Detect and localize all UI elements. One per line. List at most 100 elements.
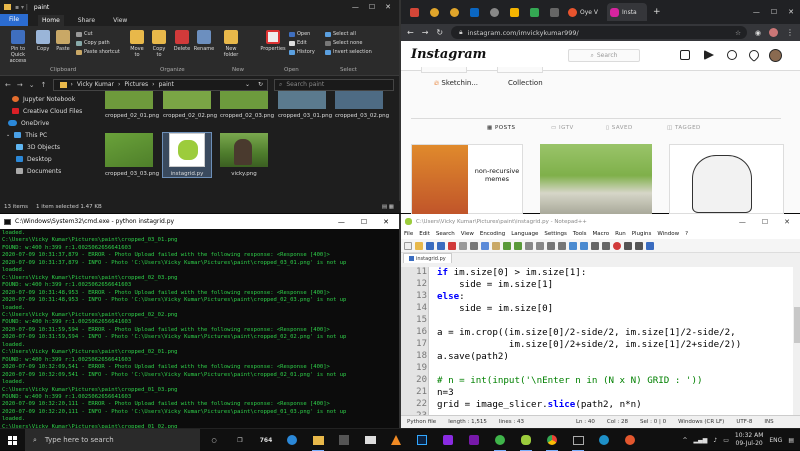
select-none-button[interactable]: Select none — [325, 40, 363, 46]
scroll-thumb[interactable] — [794, 307, 800, 343]
close-file-icon[interactable] — [448, 241, 456, 250]
menu-item-file[interactable]: File — [404, 231, 413, 237]
cmd-taskbar-icon[interactable] — [570, 432, 586, 451]
menu-item-plugins[interactable]: Plugins — [632, 231, 652, 237]
menu-item-encoding[interactable]: Encoding — [480, 231, 505, 237]
copy-icon[interactable] — [481, 241, 489, 250]
close-icon[interactable]: ✕ — [788, 8, 794, 16]
star-icon[interactable]: ☆ — [735, 29, 741, 37]
post-photo[interactable] — [540, 144, 652, 214]
start-button[interactable] — [0, 429, 24, 451]
url-bar[interactable]: 🔒︎ instagram.com/imvickykumar999/ ☆ — [451, 26, 747, 39]
browser-tab[interactable] — [545, 3, 563, 21]
media-player-icon[interactable] — [622, 432, 638, 448]
post-sketch[interactable] — [669, 144, 784, 214]
menu-item-[interactable]: ? — [685, 231, 688, 237]
file-explorer-taskbar-icon[interactable] — [310, 432, 326, 451]
notepad-plus-plus-taskbar-icon[interactable] — [518, 432, 534, 451]
volume-icon[interactable]: ♪ — [713, 437, 717, 444]
app-icon[interactable] — [440, 432, 456, 448]
highlight-cover[interactable] — [421, 67, 467, 73]
paste-shortcut-button[interactable]: Paste shortcut — [76, 49, 120, 55]
sync-scroll-icon[interactable] — [569, 241, 577, 250]
refresh-icon[interactable]: ↻ — [258, 81, 263, 88]
menu-item-search[interactable]: Search — [436, 231, 455, 237]
copy-to-button[interactable]: Copy to — [150, 30, 168, 58]
nav-item-documents[interactable]: Documents — [0, 165, 95, 177]
anaconda-icon[interactable] — [492, 432, 508, 451]
open-button[interactable]: Open — [289, 31, 310, 37]
minimize-icon[interactable]: — — [753, 8, 760, 16]
replace-icon[interactable] — [536, 241, 544, 250]
menu-item-view[interactable]: View — [461, 231, 474, 237]
menu-item-edit[interactable]: Edit — [419, 231, 430, 237]
console-output[interactable]: loaded. C:\Users\Vicky Kumar\Pictures\pai… — [0, 229, 399, 428]
edit-button[interactable]: Edit — [289, 40, 307, 46]
view-toggle-icons[interactable]: ▤ ▦ — [382, 204, 400, 210]
file-item[interactable]: cropped_03_01.png — [278, 91, 332, 119]
chrome-taskbar-icon[interactable] — [544, 432, 560, 451]
word-wrap-icon[interactable] — [580, 241, 588, 250]
photoshop-icon[interactable] — [414, 432, 430, 448]
nav-item-onedrive[interactable]: OneDrive — [0, 117, 95, 129]
file-item[interactable]: cropped_02_03.png — [220, 91, 274, 119]
tab-instagrid-py[interactable]: instagrid.py — [403, 253, 452, 263]
minimize-icon[interactable]: — — [352, 3, 359, 11]
file-item[interactable]: cropped_03_03.png — [105, 133, 159, 177]
browser-tab[interactable] — [445, 3, 463, 21]
minimize-icon[interactable]: — — [338, 218, 345, 226]
up-arrow-icon[interactable]: ↑ — [41, 81, 47, 89]
tab-share[interactable]: Share — [74, 15, 99, 26]
close-icon[interactable]: ✕ — [784, 218, 790, 226]
file-item[interactable]: cropped_02_01.png — [105, 91, 159, 119]
nav-item-desktop[interactable]: Desktop — [0, 153, 95, 165]
forward-arrow-icon[interactable]: → — [17, 81, 23, 89]
maximize-icon[interactable]: ☐ — [369, 3, 375, 11]
edge-taskbar-icon[interactable] — [596, 432, 612, 448]
direct-send-icon[interactable] — [704, 50, 714, 60]
browser-tab[interactable]: Oye V — [565, 3, 605, 21]
explore-compass-icon[interactable] — [727, 50, 737, 60]
zoom-in-icon[interactable] — [547, 241, 555, 250]
clock[interactable]: 10:32 AM 09-Jul-20 — [735, 432, 763, 448]
new-file-icon[interactable] — [404, 241, 412, 250]
cut-button[interactable]: Cut — [76, 31, 93, 37]
file-item[interactable]: cropped_02_02.png — [163, 91, 217, 119]
tab-home[interactable]: Home — [38, 14, 64, 26]
notification-icon[interactable]: ▤ — [788, 437, 794, 444]
language-indicator[interactable]: ENG — [769, 437, 782, 444]
cortana-icon[interactable]: ○ — [206, 432, 222, 448]
minimize-icon[interactable]: — — [739, 218, 746, 226]
tab-file[interactable]: File — [0, 14, 29, 26]
breadcrumb-paint[interactable]: paint — [159, 81, 174, 88]
browser-tab[interactable] — [525, 3, 543, 21]
vlc-icon[interactable] — [388, 432, 404, 448]
profile-avatar[interactable] — [769, 28, 778, 37]
highlight-cover[interactable] — [497, 67, 543, 73]
zoom-out-icon[interactable] — [558, 241, 566, 250]
print-icon[interactable] — [459, 241, 467, 250]
save-icon[interactable] — [426, 241, 434, 250]
redo-icon[interactable] — [514, 241, 522, 250]
copy-path-button[interactable]: Copy path — [76, 40, 110, 46]
back-arrow-icon[interactable]: ← — [407, 28, 414, 37]
tab-tagged[interactable]: ◫ TAGGED — [667, 125, 701, 131]
open-file-icon[interactable] — [415, 241, 423, 250]
nav-item-3d-objects[interactable]: 3D Objects — [0, 141, 95, 153]
breadcrumb-user[interactable]: Vicky Kumar — [77, 81, 114, 88]
heart-icon[interactable] — [746, 47, 762, 63]
indent-guide-icon[interactable] — [602, 241, 610, 250]
properties-button[interactable]: Properties — [260, 30, 286, 52]
paste-button[interactable]: Paste — [54, 30, 72, 52]
menu-item-settings[interactable]: Settings — [544, 231, 567, 237]
extension-icon[interactable]: ◉ — [755, 29, 761, 37]
breadcrumb-pictures[interactable]: Pictures — [124, 81, 148, 88]
file-item[interactable]: vicky.png — [220, 133, 268, 177]
browser-tab[interactable] — [465, 3, 483, 21]
tab-igtv[interactable]: ▭ IGTV — [551, 125, 574, 131]
tab-posts[interactable]: ▦ POSTS — [487, 125, 515, 131]
taskbar-search-input[interactable]: ⌕ Type here to search — [25, 429, 200, 451]
browser-tab[interactable] — [485, 3, 503, 21]
back-arrow-icon[interactable]: ← — [5, 81, 11, 89]
highlight-collection[interactable]: Collection — [508, 79, 543, 87]
